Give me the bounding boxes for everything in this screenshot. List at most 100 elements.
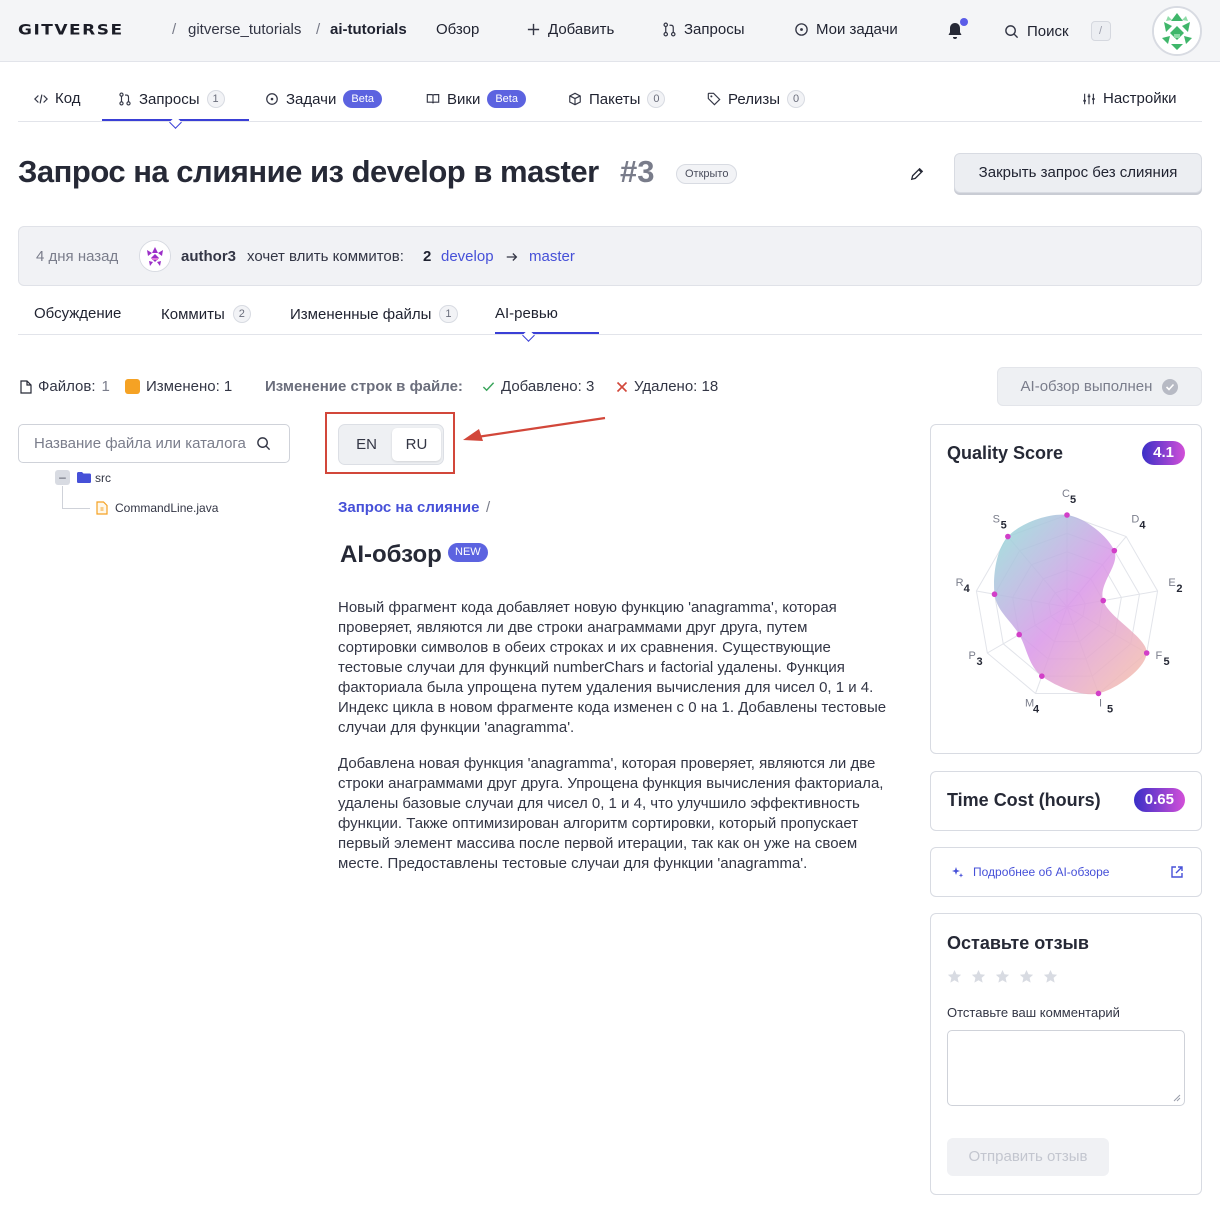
resize-handle-icon[interactable] <box>1173 1094 1181 1102</box>
status-badge: Открыто <box>676 164 738 184</box>
repo-tab-tasks[interactable]: Задачи Beta <box>265 90 383 108</box>
beta-badge: Beta <box>487 90 526 108</box>
pr-created-time: 4 дня назад <box>36 248 119 265</box>
repo-tab-wiki-label: Вики <box>447 90 481 108</box>
feedback-comment-textarea[interactable] <box>947 1030 1185 1106</box>
breadcrumb-separator: / <box>172 21 177 38</box>
tree-folder-src[interactable]: src <box>95 471 111 485</box>
ai-review-done-label: AI-обзор выполнен <box>1020 378 1153 395</box>
feedback-card: Оставьте отзыв Отставьте ваш комментарий… <box>930 913 1202 1195</box>
repo-tab-requests-count: 1 <box>206 90 225 108</box>
radar-axis-value: 4 <box>964 583 971 595</box>
star-icon[interactable] <box>971 969 986 984</box>
gitverse-logo[interactable]: GITVERSE <box>18 22 124 39</box>
tab-ai-review[interactable]: AI-ревью <box>495 305 558 322</box>
active-tab-indicator <box>495 332 599 334</box>
annotation-arrow-icon <box>463 416 606 441</box>
tab-commits[interactable]: Коммиты 2 <box>161 305 251 323</box>
tab-commits-count: 2 <box>232 305 251 323</box>
radar-axis-value: 4 <box>1033 703 1040 715</box>
radar-point-r <box>991 591 998 598</box>
sparkle-icon <box>952 867 964 878</box>
nav-my-tasks-label: Мои задачи <box>816 21 898 38</box>
removed-stat: Удалено: 18 <box>616 378 718 395</box>
repo-tab-code[interactable]: Код <box>34 90 81 107</box>
pr-tabs: Обсуждение Коммиты 2 Измененные файлы 1 … <box>18 296 1202 342</box>
arrow-right-icon <box>506 253 518 261</box>
more-about-ai-link[interactable]: Подробнее об AI-обзоре <box>973 865 1109 879</box>
collapse-folder-button[interactable]: – <box>55 470 70 485</box>
radar-axis-value: 3 <box>976 656 982 668</box>
file-search-input[interactable]: Название файла или каталога <box>18 424 290 463</box>
repo-tab-requests[interactable]: Запросы 1 <box>118 90 225 108</box>
close-without-merge-button[interactable]: Закрыть запрос без слияния <box>954 153 1202 193</box>
radar-axis-value: 5 <box>1001 519 1007 531</box>
merge-description: хочет влить коммитов: <box>247 248 404 265</box>
pull-request-icon <box>663 22 676 37</box>
repo-tab-releases[interactable]: Релизы 0 <box>707 90 806 108</box>
breadcrumb-owner[interactable]: gitverse_tutorials <box>188 21 301 38</box>
source-branch-link[interactable]: develop <box>441 248 494 265</box>
radar-point-s <box>1005 533 1011 540</box>
nav-overview[interactable]: Обзор <box>436 21 479 38</box>
tab-discussion-label: Обсуждение <box>34 305 122 322</box>
user-avatar[interactable] <box>1152 6 1202 56</box>
lines-change-stat: Изменение строк в файле: <box>265 378 463 395</box>
nav-my-tasks[interactable]: Мои задачи <box>794 21 898 38</box>
pull-request-icon <box>119 92 131 106</box>
radar-axis-label: S <box>993 513 1000 525</box>
submit-feedback-button[interactable]: Отправить отзыв <box>947 1138 1109 1176</box>
repo-tab-wiki[interactable]: Вики Beta <box>426 90 526 108</box>
breadcrumb-repo[interactable]: ai-tutorials <box>330 21 407 38</box>
time-cost-badge: 0.65 <box>1133 788 1185 812</box>
quality-score-title: Quality Score <box>947 443 1064 463</box>
tree-file-commandline[interactable]: CommandLine.java <box>115 501 218 515</box>
search-shortcut-key: / <box>1090 21 1111 41</box>
radar-area <box>994 514 1147 695</box>
quality-radar-chart: C 5D 4E 2F 5I 5M4P 3R 4S 5 <box>956 488 1183 715</box>
radar-axis-label: C <box>1062 488 1070 500</box>
ai-review-done-button[interactable]: AI-обзор выполнен <box>997 367 1202 406</box>
tree-connector <box>62 508 90 509</box>
annotation-highlight-box <box>325 412 455 474</box>
pencil-icon[interactable] <box>910 167 924 181</box>
radar-axis-value: 5 <box>1107 703 1113 715</box>
search-icon <box>1005 24 1019 38</box>
plus-icon <box>527 23 540 36</box>
external-link-icon[interactable] <box>1170 865 1184 879</box>
folder-icon <box>77 472 91 483</box>
target-branch-link[interactable]: master <box>529 248 575 265</box>
more-about-ai-card[interactable]: Подробнее об AI-обзоре <box>930 847 1202 897</box>
star-icon[interactable] <box>995 969 1010 984</box>
review-paragraph-2: Добавлена новая функция 'anagramma', кот… <box>338 755 884 872</box>
repo-tab-packages[interactable]: Пакеты 0 <box>568 90 666 108</box>
page-title: Запрос на слияние из develop в master <box>18 154 599 189</box>
star-icon[interactable] <box>1043 969 1058 984</box>
radar-point-d <box>1111 547 1118 554</box>
nav-requests[interactable]: Запросы <box>662 21 745 38</box>
settings-sliders-icon <box>1083 93 1095 104</box>
nav-add-label: Добавить <box>548 21 615 38</box>
repo-tab-settings[interactable]: Настройки <box>1082 90 1177 107</box>
file-icon <box>20 379 32 394</box>
tab-discussion[interactable]: Обсуждение <box>34 305 121 322</box>
tab-changed-files[interactable]: Измененные файлы 1 <box>290 305 458 323</box>
files-label: Файлов: <box>38 378 96 395</box>
time-cost-card: Time Cost (hours) 0.65 <box>930 771 1202 831</box>
author-avatar[interactable] <box>139 240 171 272</box>
files-value: 1 <box>101 378 110 395</box>
nav-search[interactable]: Поиск / <box>1004 21 1111 41</box>
star-icon[interactable] <box>1019 969 1034 984</box>
book-icon <box>426 94 440 104</box>
avatar-pattern-icon <box>1154 8 1200 54</box>
feedback-comment-label: Отставьте ваш комментарий <box>947 1005 1120 1020</box>
author-name[interactable]: author3 <box>181 248 236 265</box>
review-breadcrumb-link[interactable]: Запрос на слияние <box>338 499 479 516</box>
star-icon[interactable] <box>947 969 962 984</box>
top-nav: GITVERSE / gitverse_tutorials / ai-tutor… <box>0 0 1220 62</box>
nav-requests-label: Запросы <box>684 21 745 38</box>
nav-add[interactable]: Добавить <box>526 21 614 38</box>
review-paragraph-1: Новый фрагмент кода добавляет новую функ… <box>338 599 887 736</box>
radar-axis-label: D <box>1131 513 1139 525</box>
breadcrumb-separator: / <box>316 21 321 38</box>
